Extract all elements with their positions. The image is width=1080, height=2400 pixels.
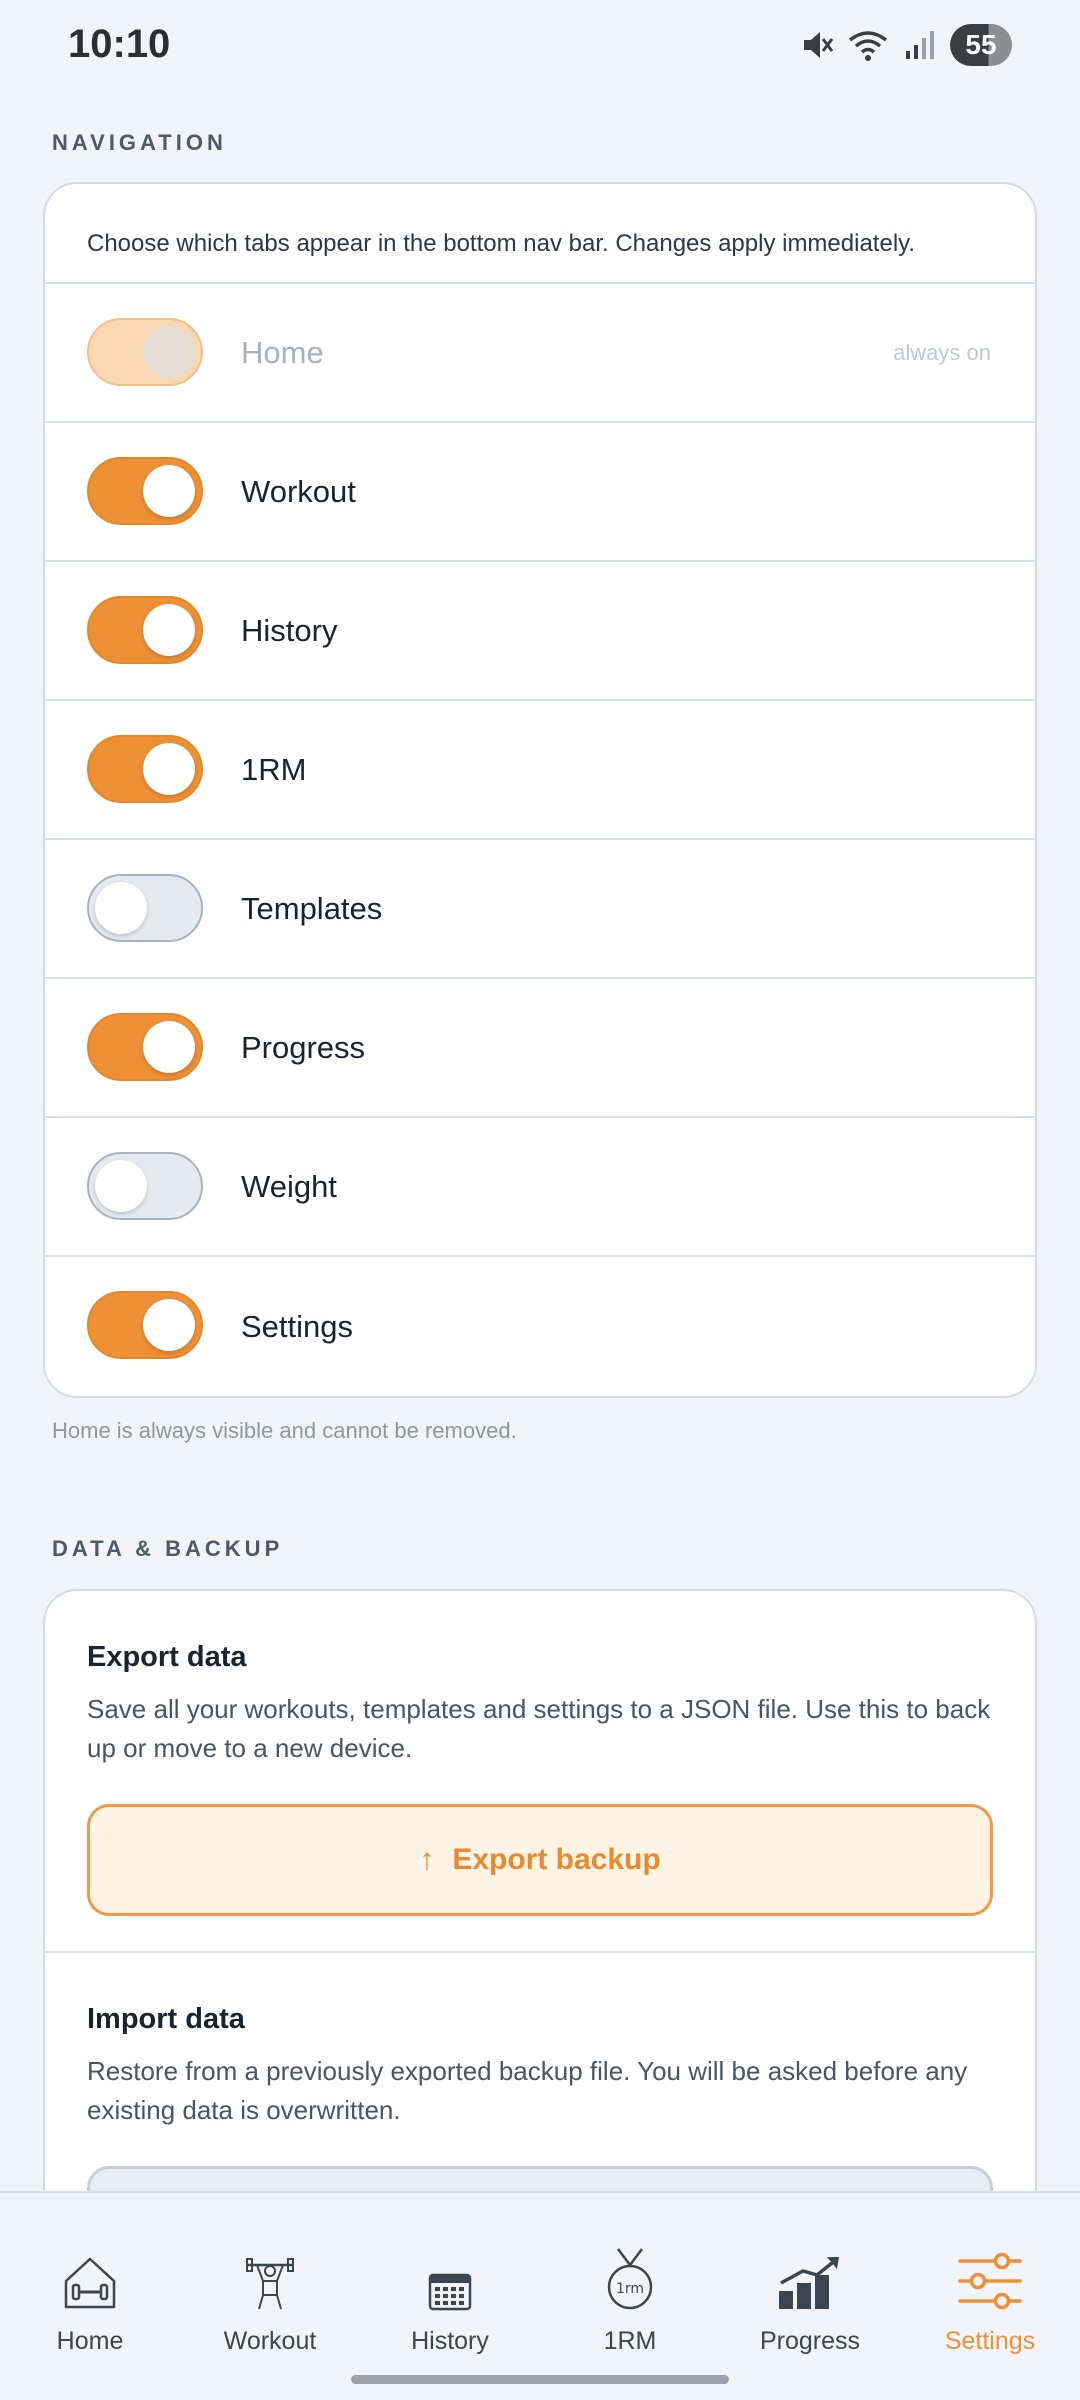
bottom-nav-label: History [411, 2327, 489, 2355]
bottom-nav-history[interactable]: History [360, 2193, 540, 2373]
toggle-switch-progress[interactable] [87, 1013, 203, 1081]
bottom-nav: Home Workout History 1rm 1RM Progress Se… [0, 2191, 1080, 2400]
bottom-nav-home[interactable]: Home [0, 2193, 180, 2373]
export-description: Save all your workouts, templates and se… [87, 1694, 991, 1763]
export-backup-button[interactable]: ↑ Export backup [87, 1804, 993, 1916]
toggle-label: Weight [241, 1168, 337, 1204]
toggle-knob [95, 882, 147, 934]
navigation-description: Choose which tabs appear in the bottom n… [45, 184, 1035, 284]
bar-chart-up-icon [779, 2257, 839, 2309]
toggle-label: Progress [241, 1029, 366, 1065]
nav-toggle-row-weight[interactable]: Weight [45, 1118, 1035, 1257]
toggle-switch-workout[interactable] [87, 457, 203, 525]
toggle-switch-settings[interactable] [87, 1291, 203, 1359]
import-description: Restore from a previously exported backu… [87, 2056, 968, 2125]
bottom-nav-label: Home [56, 2327, 124, 2355]
arrow-up-icon: ↑ [419, 1843, 435, 1876]
toggle-switch-home [87, 318, 203, 386]
toggle-label: Settings [241, 1308, 354, 1344]
bottom-nav-settings[interactable]: Settings [900, 2193, 1080, 2373]
export-section: Export data Save all your workouts, temp… [45, 1591, 1035, 1953]
nav-toggle-row-workout[interactable]: Workout [45, 423, 1035, 562]
export-title: Export data [87, 1641, 247, 1673]
toggle-switch-weight[interactable] [87, 1152, 203, 1220]
export-button-label: Export backup [452, 1843, 661, 1876]
section-title-navigation: NAVIGATION [52, 130, 227, 155]
section-title-data-backup: DATA & BACKUP [52, 1536, 284, 1561]
toggle-switch-history[interactable] [87, 596, 203, 664]
navigation-card: Choose which tabs appear in the bottom n… [43, 182, 1037, 1398]
bottom-nav-label: Workout [223, 2327, 317, 2355]
home-dumbbell-icon [64, 2257, 116, 2309]
nav-toggle-row-home: Home always on [45, 284, 1035, 423]
toggle-knob [143, 326, 195, 378]
nav-toggle-row-history[interactable]: History [45, 562, 1035, 701]
wifi-icon [848, 31, 888, 61]
bottom-nav-workout[interactable]: Workout [180, 2193, 360, 2373]
import-title: Import data [87, 2003, 245, 2035]
toggle-list: Home always on Workout History 1RM Templates P… [45, 284, 1035, 1396]
mute-icon [804, 32, 834, 58]
toggle-label: Workout [241, 473, 356, 509]
medal-1rm-icon: 1rm [607, 2248, 653, 2310]
lifter-icon [246, 2258, 294, 2310]
toggle-switch-templates[interactable] [87, 874, 203, 942]
signal-icon [906, 31, 934, 59]
status-icons: 55 [800, 22, 1012, 68]
calendar-icon [428, 2273, 472, 2311]
bottom-nav-label: 1RM [603, 2327, 657, 2355]
sliders-icon [958, 2252, 1022, 2310]
bottom-nav-label: Progress [759, 2327, 861, 2355]
status-bar: 10:10 55 [0, 0, 1080, 92]
toggle-knob [143, 1299, 195, 1351]
toggle-switch-1rm[interactable] [87, 735, 203, 803]
toggle-label: History [241, 612, 338, 648]
nav-toggle-row-progress[interactable]: Progress [45, 979, 1035, 1118]
toggle-knob [143, 465, 195, 517]
navigation-footnote: Home is always visible and cannot be rem… [52, 1418, 517, 1443]
status-time: 10:10 [68, 22, 171, 66]
nav-toggle-row-templates[interactable]: Templates [45, 840, 1035, 979]
medal-text: 1rm [616, 2281, 644, 2297]
battery-indicator: 55 [950, 24, 1012, 66]
toggle-knob [143, 604, 195, 656]
bottom-nav-progress[interactable]: Progress [720, 2193, 900, 2373]
toggle-label: Templates [241, 890, 383, 926]
toggle-label: Home [241, 334, 324, 370]
nav-toggle-row-1rm[interactable]: 1RM [45, 701, 1035, 840]
toggle-label: 1RM [241, 751, 307, 787]
always-on-note: always on [893, 339, 991, 365]
bottom-nav-1rm[interactable]: 1rm 1RM [540, 2193, 720, 2373]
toggle-knob [95, 1160, 147, 1212]
toggle-knob [143, 1021, 195, 1073]
bottom-nav-label: Settings [944, 2327, 1036, 2355]
nav-toggle-row-settings[interactable]: Settings [45, 1257, 1035, 1396]
toggle-knob [143, 743, 195, 795]
home-indicator[interactable] [351, 2375, 729, 2384]
